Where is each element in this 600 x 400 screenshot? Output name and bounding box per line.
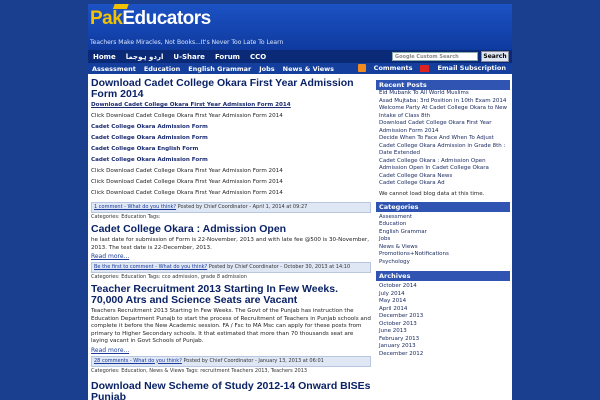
archives-heading: Archives (376, 271, 510, 281)
nav-assessment[interactable]: Assessment (88, 65, 140, 73)
recent-posts-heading: Recent Posts (376, 80, 510, 90)
category-link[interactable]: Education (376, 221, 510, 229)
recent-post-link[interactable]: Cadet College Okara News (376, 173, 510, 181)
recent-post-link[interactable]: Admission Open In Cadet College Okara (376, 165, 510, 173)
search-input[interactable]: Google Custom Search (392, 52, 478, 61)
recent-post-link[interactable]: Cadet College Okara : Admission Open (376, 158, 510, 166)
archive-link[interactable]: October 2013 (376, 321, 510, 329)
categories-heading: Categories (376, 201, 510, 212)
site-header: PakEducators Teachers Make Miracles, Not… (88, 4, 512, 50)
recent-posts-list: Eid Mubank To All World Muslims Asad Mujt… (376, 90, 510, 188)
rss-icon (357, 64, 366, 72)
post-line: Click Download Cadet College Okara First… (91, 168, 283, 174)
nav-forum[interactable]: Forum (210, 53, 245, 61)
nav-home[interactable]: Home (88, 53, 121, 61)
post-line: Click Download Cadet College Okara First… (91, 190, 283, 196)
category-link[interactable]: Assessment (376, 214, 510, 222)
page-container: PakEducators Teachers Make Miracles, Not… (88, 4, 512, 400)
nav-urdu[interactable]: اردو ہوجما (121, 53, 169, 61)
post-1: Download Cadet College Okara First Year … (91, 78, 371, 221)
comments-link[interactable]: Be the first to comment - What do you th… (94, 264, 207, 270)
site-tagline: Teachers Make Miracles, Not Books...It's… (90, 39, 284, 46)
nav-news-views[interactable]: News & Views (279, 65, 338, 73)
archive-link[interactable]: July 2014 (376, 291, 510, 299)
category-link[interactable]: Psychology (376, 259, 510, 267)
category-nav: Assessment Education English Grammar Job… (88, 63, 512, 74)
post-body: Download Cadet College Okara First Year … (91, 100, 371, 199)
archive-link[interactable]: October 2014 (376, 283, 510, 291)
post-title[interactable]: Cadet College Okara : Admission Open (91, 224, 371, 235)
post-4: Download New Scheme of Study 2012-14 Onw… (91, 380, 371, 400)
nav-english-grammar[interactable]: English Grammar (184, 65, 255, 73)
archive-link[interactable]: December 2013 (376, 313, 510, 321)
categories-list: Assessment Education English Grammar Jobs Ne… (376, 214, 510, 267)
post-2: Cadet College Okara : Admission Open he … (91, 224, 371, 281)
post-title[interactable]: Teacher Recruitment 2013 Starting In Few… (91, 284, 371, 306)
blog-load-note: We cannot load blog data at this time. (379, 190, 485, 197)
recent-post-link[interactable]: Download Cadet College Okara First Year … (376, 120, 510, 135)
recent-post-link[interactable]: Asad Mujtaba: 3rd Position in 10th Exam … (376, 98, 510, 106)
recent-post-link[interactable]: Cadet College Okara Admission in Grade 8… (376, 143, 510, 158)
category-link[interactable]: English Grammar (376, 229, 510, 237)
post-title[interactable]: Download New Scheme of Study 2012-14 Onw… (91, 380, 371, 400)
recent-post-link[interactable]: Decide When To Face And When To Adjust (376, 135, 510, 143)
main-nav: Home اردو ہوجما U-Share Forum CCO Google… (88, 50, 512, 63)
post-meta: 1 comment - What do you think? Posted by… (91, 202, 371, 213)
read-more-link[interactable]: Read more... (91, 346, 371, 356)
recent-post-link[interactable]: Cadet College Okara Ad (376, 180, 510, 188)
site-logo[interactable]: PakEducators (90, 4, 211, 30)
recent-post-link[interactable]: Welcome Party At Cadet College Okara to … (376, 105, 510, 120)
nav-ushare[interactable]: U-Share (168, 53, 210, 61)
post-excerpt: Teachers Recruitment 2013 Starting In Fe… (91, 308, 371, 344)
post-line: Cadet College Okara Admission Form (91, 124, 208, 130)
email-icon (420, 64, 430, 72)
post-excerpt: he last date for submission of Form is 2… (91, 237, 370, 251)
recent-post-link[interactable]: Eid Mubank To All World Muslims (376, 90, 510, 98)
category-link[interactable]: News & Views (376, 244, 510, 252)
nav-jobs[interactable]: Jobs (255, 65, 278, 73)
main-content: Download Cadet College Okara First Year … (91, 78, 371, 400)
nav-education[interactable]: Education (140, 65, 184, 73)
archive-link[interactable]: February 2013 (376, 336, 510, 344)
feed-links: Comments Email Subscription (357, 64, 510, 72)
archive-link[interactable]: June 2013 (376, 328, 510, 336)
category-link[interactable]: Promotions+Notifications (376, 251, 510, 259)
read-more-link[interactable]: Read more... (91, 252, 371, 262)
post-categories: Categories: Education Tags: cco admissio… (91, 274, 247, 280)
post-line: Click Download Cadet College Okara First… (91, 179, 283, 185)
post-meta: Be the first to comment - What do you th… (91, 262, 371, 273)
post-meta: 28 comments - What do you think? Posted … (91, 355, 371, 367)
archive-link[interactable]: December 2012 (376, 351, 510, 359)
post-3: Teacher Recruitment 2013 Starting In Few… (91, 284, 371, 375)
post-line: Cadet College Okara Admission Form (91, 135, 208, 141)
post-line[interactable]: Download Cadet College Okara First Year … (91, 100, 371, 111)
email-subscription-link[interactable]: Email Subscription (433, 64, 510, 72)
category-link[interactable]: Jobs (376, 236, 510, 244)
sidebar: Recent Posts Eid Mubank To All World Mus… (376, 78, 510, 400)
post-line: Click Download Cadet College Okara First… (91, 113, 283, 119)
archive-link[interactable]: January 2013 (376, 343, 510, 351)
archive-link[interactable]: April 2014 (376, 306, 510, 314)
post-categories: Categories: Education Tags: (91, 214, 161, 220)
comments-link[interactable]: 1 comment - What do you think? (94, 204, 176, 210)
archive-link[interactable]: May 2014 (376, 298, 510, 306)
comments-feed-link[interactable]: Comments (370, 64, 417, 72)
post-categories: Categories: Education, News & Views Tags… (91, 367, 308, 374)
post-line: Cadet College Okara English Form (91, 146, 199, 152)
nav-cco[interactable]: CCO (245, 53, 271, 61)
post-line: Cadet College Okara Admission Form (91, 157, 208, 163)
archives-list: October 2014 July 2014 May 2014 April 2014 D… (376, 283, 510, 358)
post-title[interactable]: Download Cadet College Okara First Year … (91, 78, 371, 100)
search-button[interactable]: Search (481, 51, 509, 62)
graduation-cap-icon (112, 4, 130, 9)
comments-link[interactable]: 28 comments - What do you think? (94, 358, 182, 364)
